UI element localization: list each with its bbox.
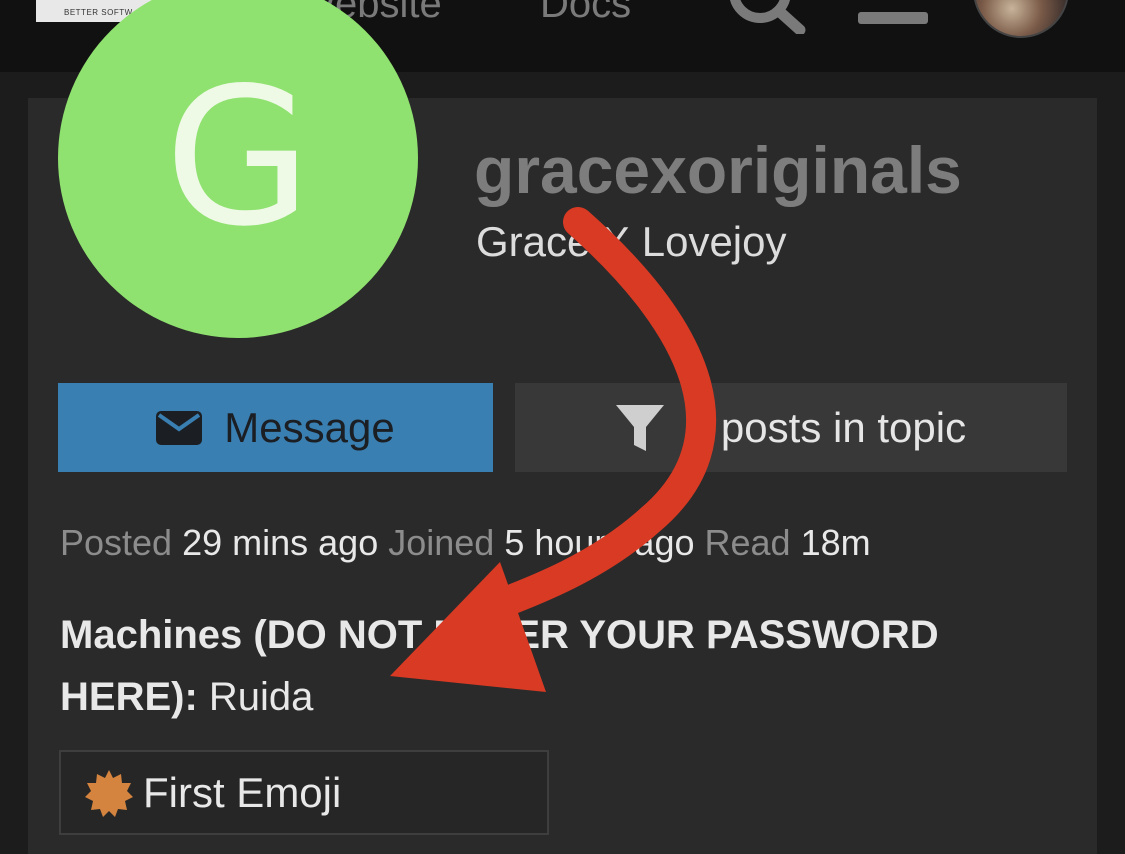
posted-label: Posted (60, 522, 173, 563)
joined-label: Joined (388, 522, 495, 563)
read-label: Read (704, 522, 791, 563)
custom-field-label: Machines (DO NOT ENTER YOUR PASSWORD HER… (60, 613, 939, 719)
search-icon[interactable] (724, 0, 808, 34)
badge-star-icon (85, 769, 133, 817)
filter-icon (615, 404, 664, 451)
filter-posts-button[interactable]: 4 posts in topic (515, 383, 1067, 472)
badge-label: First Emoji (143, 768, 342, 816)
user-avatar-large[interactable]: G (58, 0, 418, 338)
badge-first-emoji[interactable]: First Emoji (59, 750, 549, 835)
posted-value: 29 mins ago (182, 522, 379, 563)
message-button-label: Message (224, 403, 395, 451)
full-name: Grace X Lovejoy (476, 218, 787, 265)
custom-field-value: Ruida (208, 675, 314, 719)
user-card-page: BETTER SOFTW Website Docs G gracexorigin… (0, 0, 1125, 854)
nav-link-docs[interactable]: Docs (540, 0, 631, 27)
envelope-icon (156, 410, 203, 445)
joined-value: 5 hours ago (504, 522, 695, 563)
hamburger-menu-icon[interactable] (858, 12, 928, 24)
message-button[interactable]: Message (58, 383, 493, 472)
avatar-letter: G (164, 47, 312, 268)
current-user-avatar[interactable] (973, 0, 1069, 38)
user-meta: Posted 29 mins ago Joined 5 hours ago Re… (60, 522, 871, 564)
read-value: 18m (800, 522, 871, 563)
custom-user-field: Machines (DO NOT ENTER YOUR PASSWORD HER… (60, 604, 1070, 728)
username[interactable]: gracexoriginals (474, 132, 962, 208)
filter-posts-button-label: 4 posts in topic (685, 403, 967, 451)
